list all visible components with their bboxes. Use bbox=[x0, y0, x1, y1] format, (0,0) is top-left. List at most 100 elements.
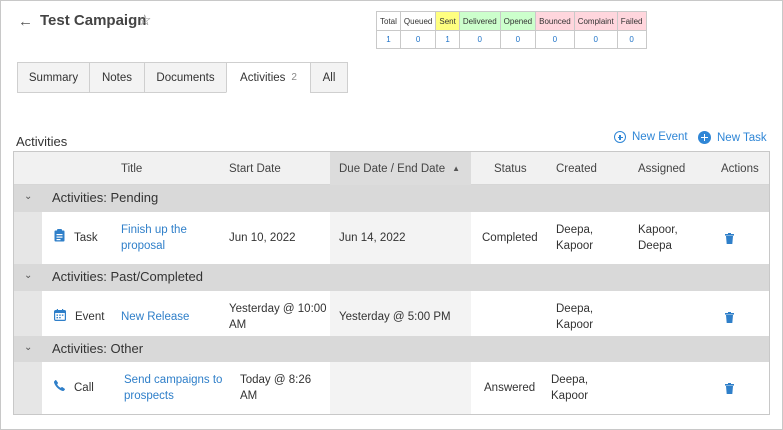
start-date-line: AM bbox=[229, 319, 247, 331]
stat-value-sent[interactable]: 1 bbox=[435, 30, 460, 49]
tab-label: Activities bbox=[240, 71, 286, 84]
activity-title-link[interactable]: Send campaigns to prospects bbox=[124, 362, 222, 414]
sort-ascending-icon: ▲ bbox=[452, 164, 461, 173]
column-header-start-date[interactable]: Start Date bbox=[229, 152, 281, 185]
favorite-star-icon[interactable]: ☆ bbox=[138, 11, 151, 29]
created-line: Deepa, bbox=[556, 303, 594, 315]
group-header-pending[interactable]: ⌄ Activities: Pending bbox=[14, 185, 769, 212]
delete-trash-icon[interactable] bbox=[725, 212, 734, 264]
column-label: Start Date bbox=[229, 162, 281, 175]
chevron-down-icon[interactable]: ⌄ bbox=[24, 191, 32, 202]
created-line: Deepa, bbox=[556, 224, 594, 236]
stat-label-sent: Sent bbox=[435, 11, 460, 31]
stats-header-row: Total Queued Sent Delivered Opened Bounced Com… bbox=[376, 11, 647, 31]
tab-all[interactable]: All bbox=[310, 62, 348, 93]
stats-values-row: 10100000 bbox=[376, 30, 647, 49]
campaign-stats-table: Total Queued Sent Delivered Opened Bounced Com… bbox=[376, 11, 647, 49]
group-header-other[interactable]: ⌄ Activities: Other bbox=[14, 336, 769, 362]
title-line: Finish up the bbox=[121, 224, 187, 236]
tab-summary[interactable]: Summary bbox=[17, 62, 89, 93]
chevron-down-icon[interactable]: ⌄ bbox=[24, 270, 32, 281]
activity-type-label: Event bbox=[75, 311, 105, 323]
column-header-status[interactable]: Status bbox=[494, 152, 527, 185]
column-header-actions: Actions bbox=[721, 152, 759, 185]
column-label: Status bbox=[494, 162, 527, 175]
stat-value-opened[interactable]: 0 bbox=[499, 30, 537, 49]
start-date-cell: Today @ 8:26 AM bbox=[240, 362, 311, 414]
stat-value-total[interactable]: 1 bbox=[376, 30, 401, 49]
group-label: Activities: Pending bbox=[52, 190, 159, 205]
created-cell: Deepa, Kapoor bbox=[556, 212, 593, 264]
stat-label-bounced: Bounced bbox=[535, 11, 575, 31]
add-circle-filled-icon bbox=[698, 131, 711, 144]
column-header-due-date[interactable]: Due Date / End Date ▲ bbox=[330, 152, 471, 185]
page-title: Test Campaign bbox=[40, 12, 147, 29]
stat-label-opened: Opened bbox=[499, 11, 537, 31]
grid-header-row: Title Start Date Due Date / End Date ▲ St… bbox=[14, 152, 769, 185]
start-date-line: Yesterday @ 10:00 bbox=[229, 303, 327, 315]
stat-label-delivered: Delivered bbox=[458, 11, 501, 31]
stat-label-total: Total bbox=[376, 11, 401, 31]
type-cell: Call bbox=[53, 362, 94, 414]
assigned-cell: Kapoor, Deepa bbox=[638, 212, 678, 264]
column-label: Created bbox=[556, 162, 597, 175]
add-circle-outline-icon bbox=[614, 131, 626, 143]
activity-type-label: Call bbox=[74, 382, 94, 394]
activity-title-link[interactable]: Finish up the proposal bbox=[121, 212, 187, 264]
clipboard-icon bbox=[54, 229, 65, 247]
stat-label-complaint: Complaint bbox=[573, 11, 618, 31]
created-line: Kapoor bbox=[551, 390, 589, 402]
new-event-label: New Event bbox=[632, 131, 688, 143]
column-header-title[interactable]: Title bbox=[121, 152, 142, 185]
activities-grid: Title Start Date Due Date / End Date ▲ St… bbox=[13, 151, 770, 415]
tab-documents[interactable]: Documents bbox=[144, 62, 226, 93]
tab-bar: Summary Notes Documents Activities 2 All bbox=[17, 62, 348, 93]
title-line: prospects bbox=[124, 390, 174, 402]
stat-value-complaint[interactable]: 0 bbox=[573, 30, 618, 49]
column-label: Actions bbox=[721, 162, 759, 175]
activity-type-label: Task bbox=[74, 232, 98, 244]
title-line: proposal bbox=[121, 240, 166, 252]
column-header-assigned[interactable]: Assigned bbox=[638, 152, 685, 185]
column-header-created[interactable]: Created bbox=[556, 152, 597, 185]
phone-icon bbox=[53, 380, 65, 396]
calendar-icon bbox=[54, 308, 67, 326]
tab-label: All bbox=[322, 71, 336, 84]
due-date-cell bbox=[330, 362, 471, 414]
created-line: Kapoor bbox=[556, 319, 594, 331]
column-label: Due Date / End Date bbox=[339, 162, 446, 175]
assigned-line: Kapoor, bbox=[638, 224, 678, 236]
activities-section-title: Activities bbox=[16, 134, 68, 149]
tab-count-badge: 2 bbox=[291, 72, 297, 83]
start-date-line: AM bbox=[240, 390, 258, 402]
status-cell: Answered bbox=[484, 382, 536, 394]
column-label: Title bbox=[121, 162, 143, 175]
start-date-line: Today @ 8:26 bbox=[240, 374, 312, 386]
created-line: Kapoor bbox=[556, 240, 594, 252]
group-label: Activities: Other bbox=[52, 341, 144, 356]
group-label: Activities: Past/Completed bbox=[52, 269, 204, 284]
tab-label: Notes bbox=[101, 71, 133, 84]
stat-value-failed[interactable]: 0 bbox=[616, 30, 647, 49]
due-date-cell: Jun 14, 2022 bbox=[330, 212, 471, 264]
table-row: Task Finish up the proposal Jun 10, 2022… bbox=[42, 212, 769, 264]
stat-label-failed: Failed bbox=[616, 11, 647, 31]
tab-label: Summary bbox=[28, 71, 79, 84]
created-cell: Deepa, Kapoor bbox=[551, 362, 588, 414]
stat-value-queued[interactable]: 0 bbox=[399, 30, 437, 49]
delete-trash-icon[interactable] bbox=[725, 362, 734, 414]
tab-notes[interactable]: Notes bbox=[89, 62, 144, 93]
column-label: Assigned bbox=[638, 162, 686, 175]
tab-activities[interactable]: Activities 2 bbox=[226, 62, 310, 93]
stat-value-bounced[interactable]: 0 bbox=[535, 30, 575, 49]
new-event-button[interactable]: New Event bbox=[614, 131, 688, 143]
group-header-past-completed[interactable]: ⌄ Activities: Past/Completed bbox=[14, 264, 769, 291]
stat-label-queued: Queued bbox=[399, 11, 437, 31]
created-line: Deepa, bbox=[551, 374, 589, 386]
back-arrow-icon[interactable]: ← bbox=[18, 13, 33, 30]
tab-label: Documents bbox=[156, 71, 215, 84]
start-date-cell: Jun 10, 2022 bbox=[229, 232, 296, 244]
new-task-button[interactable]: New Task bbox=[698, 131, 767, 144]
stat-value-delivered[interactable]: 0 bbox=[458, 30, 501, 49]
chevron-down-icon[interactable]: ⌄ bbox=[24, 342, 32, 353]
